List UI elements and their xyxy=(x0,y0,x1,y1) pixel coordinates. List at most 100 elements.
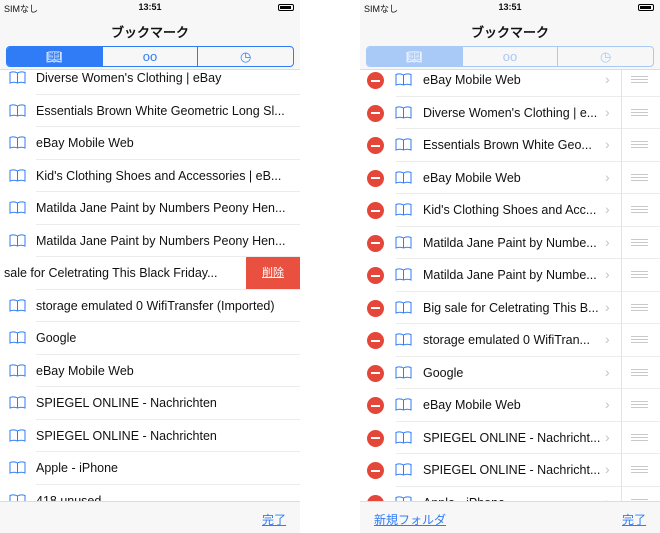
bookmark-row[interactable]: eBay Mobile Web xyxy=(0,355,300,387)
reorder-handle-icon[interactable] xyxy=(631,336,648,343)
tab-reading-list[interactable]: oo xyxy=(463,47,559,66)
delete-circle-icon[interactable] xyxy=(367,137,384,154)
bookmark-row[interactable]: Essentials Brown White Geometric Long Sl… xyxy=(0,95,300,127)
chevron-right-icon: › xyxy=(605,71,610,87)
bookmark-title: Kid's Clothing Shoes and Acc... xyxy=(423,203,597,217)
clock: 13:51 xyxy=(138,2,162,12)
nav-header: SIMなし 13:51 ブックマーク 📖︎ oo ◷ xyxy=(360,0,660,70)
bookmark-row[interactable]: Diverse Women's Clothing | e... › xyxy=(360,97,660,129)
reorder-handle-icon[interactable] xyxy=(631,368,648,376)
chevron-right-icon: › xyxy=(605,233,610,250)
reorder-handle-icon[interactable] xyxy=(631,108,648,116)
bookmark-title: Google xyxy=(36,331,77,345)
reorder-handle-icon[interactable] xyxy=(631,76,648,83)
delete-circle-icon[interactable] xyxy=(367,332,384,349)
bookmark-title: Matilda Jane Paint by Numbers Peony Hen.… xyxy=(36,233,286,248)
bookmark-title: SPIEGEL ONLINE - Nachricht... xyxy=(423,430,601,445)
bookmark-title: SPIEGEL ONLINE - Nachrichten xyxy=(36,428,217,443)
reorder-handle-icon[interactable] xyxy=(631,433,648,441)
reorder-handle-icon[interactable] xyxy=(631,238,648,246)
chevron-right-icon: › xyxy=(605,461,610,477)
bookmark-row[interactable]: eBay Mobile Web › xyxy=(360,162,660,194)
delete-circle-icon[interactable] xyxy=(367,104,384,122)
chevron-right-icon: › xyxy=(605,103,610,120)
delete-circle-icon[interactable] xyxy=(367,267,384,284)
delete-circle-icon[interactable] xyxy=(367,299,384,317)
nav-header: SIMなし 13:51 ブックマーク 📖︎ oo ◷ xyxy=(0,0,300,70)
segmented-control: 📖︎ oo ◷ xyxy=(6,46,294,67)
bookmark-icon xyxy=(9,103,26,117)
bookmark-row[interactable]: Google xyxy=(0,322,300,355)
bookmark-row[interactable]: Matilda Jane Paint by Numbers Peony Hen.… xyxy=(0,192,300,225)
bookmark-list: Diverse Women's Clothing | eBay Essential… xyxy=(0,0,300,517)
bookmark-icon xyxy=(395,105,412,119)
bookmark-icon xyxy=(395,73,412,86)
delete-circle-icon[interactable] xyxy=(367,202,384,219)
reorder-handle-icon[interactable] xyxy=(631,303,648,311)
reorder-handle-icon[interactable] xyxy=(631,206,648,213)
chevron-right-icon: › xyxy=(605,331,610,347)
bookmark-row[interactable]: Kid's Clothing Shoes and Acc... › xyxy=(360,194,660,227)
bookmark-icon xyxy=(9,201,26,214)
bookmark-row[interactable]: sale for Celetrating This Black Friday..… xyxy=(0,257,300,290)
reorder-handle-icon[interactable] xyxy=(631,141,648,148)
bookmark-row[interactable]: eBay Mobile Web xyxy=(0,127,300,160)
bookmark-icon xyxy=(9,461,26,474)
bookmark-row[interactable]: storage emulated 0 WifiTransfer (Importe… xyxy=(0,290,300,322)
delete-button[interactable]: 削除 xyxy=(246,257,300,290)
delete-circle-icon[interactable] xyxy=(367,72,384,89)
bookmark-title: eBay Mobile Web xyxy=(36,136,134,150)
bookmark-title: Essentials Brown White Geo... xyxy=(423,138,592,152)
reorder-handle-icon[interactable] xyxy=(631,271,648,278)
reorder-handle-icon[interactable] xyxy=(631,173,648,181)
tab-bookmarks[interactable]: 📖︎ xyxy=(367,47,463,66)
bookmark-title: Kid's Clothing Shoes and Accessories | e… xyxy=(36,168,282,183)
bookmark-icon xyxy=(9,396,26,409)
glasses-icon: oo xyxy=(502,49,518,64)
bookmark-row[interactable]: SPIEGEL ONLINE - Nachrichten xyxy=(0,387,300,420)
clock-icon: ◷ xyxy=(600,48,612,64)
delete-circle-icon[interactable] xyxy=(367,364,384,382)
bookmark-row[interactable]: SPIEGEL ONLINE - Nachricht... › xyxy=(360,454,660,487)
battery-icon xyxy=(638,4,654,11)
done-button[interactable]: 完了 xyxy=(622,511,646,528)
glasses-icon: oo xyxy=(142,49,158,64)
tab-history[interactable]: ◷ xyxy=(198,47,293,66)
tab-bookmarks[interactable]: 📖︎ xyxy=(7,47,103,66)
delete-circle-icon[interactable] xyxy=(367,462,384,479)
bookmark-title: Matilda Jane Paint by Numbe... xyxy=(423,235,597,250)
bookmark-row[interactable]: Matilda Jane Paint by Numbers Peony Hen.… xyxy=(0,225,300,257)
bookmark-row[interactable]: Big sale for Celetrating This B... › xyxy=(360,292,660,324)
segmented-control: 📖︎ oo ◷ xyxy=(366,46,654,67)
bookmark-row[interactable]: Google › xyxy=(360,357,660,389)
bookmark-row[interactable]: Matilda Jane Paint by Numbe... › xyxy=(360,259,660,292)
tab-history[interactable]: ◷ xyxy=(558,47,653,66)
new-folder-button[interactable]: 新規フォルダ xyxy=(374,511,446,528)
bottom-toolbar: 新規フォルダ 完了 xyxy=(360,501,660,533)
delete-circle-icon[interactable] xyxy=(367,234,384,252)
bookmark-title: storage emulated 0 WifiTransfer (Importe… xyxy=(36,298,275,313)
delete-circle-icon[interactable] xyxy=(367,397,384,414)
bookmark-icon xyxy=(395,463,412,476)
bookmark-title: Apple - iPhone xyxy=(36,461,119,475)
delete-circle-icon[interactable] xyxy=(367,169,384,187)
delete-circle-icon[interactable] xyxy=(367,429,384,447)
bookmark-icon xyxy=(9,331,26,344)
bookmark-row[interactable]: storage emulated 0 WifiTran... › xyxy=(360,324,660,357)
bookmark-row[interactable]: Apple - iPhone xyxy=(0,452,300,485)
bookmark-row[interactable]: Kid's Clothing Shoes and Accessories | e… xyxy=(0,160,300,192)
bookmark-row[interactable]: eBay Mobile Web › xyxy=(360,389,660,422)
reorder-handle-icon[interactable] xyxy=(631,401,648,408)
bookmark-icon xyxy=(9,428,26,442)
done-button[interactable]: 完了 xyxy=(262,511,286,528)
bookmark-row[interactable]: Matilda Jane Paint by Numbe... › xyxy=(360,227,660,259)
bookmark-title: Essentials Brown White Geometric Long Sl… xyxy=(36,103,285,118)
chevron-right-icon: › xyxy=(605,428,610,445)
reorder-handle-icon[interactable] xyxy=(631,466,648,473)
tab-reading-list[interactable]: oo xyxy=(103,47,199,66)
bookmark-icon xyxy=(395,203,412,216)
bookmark-row[interactable]: SPIEGEL ONLINE - Nachrichten xyxy=(0,420,300,452)
bookmark-row[interactable]: Essentials Brown White Geo... › xyxy=(360,129,660,162)
bookmark-icon xyxy=(395,138,412,151)
bookmark-row[interactable]: SPIEGEL ONLINE - Nachricht... › xyxy=(360,422,660,454)
